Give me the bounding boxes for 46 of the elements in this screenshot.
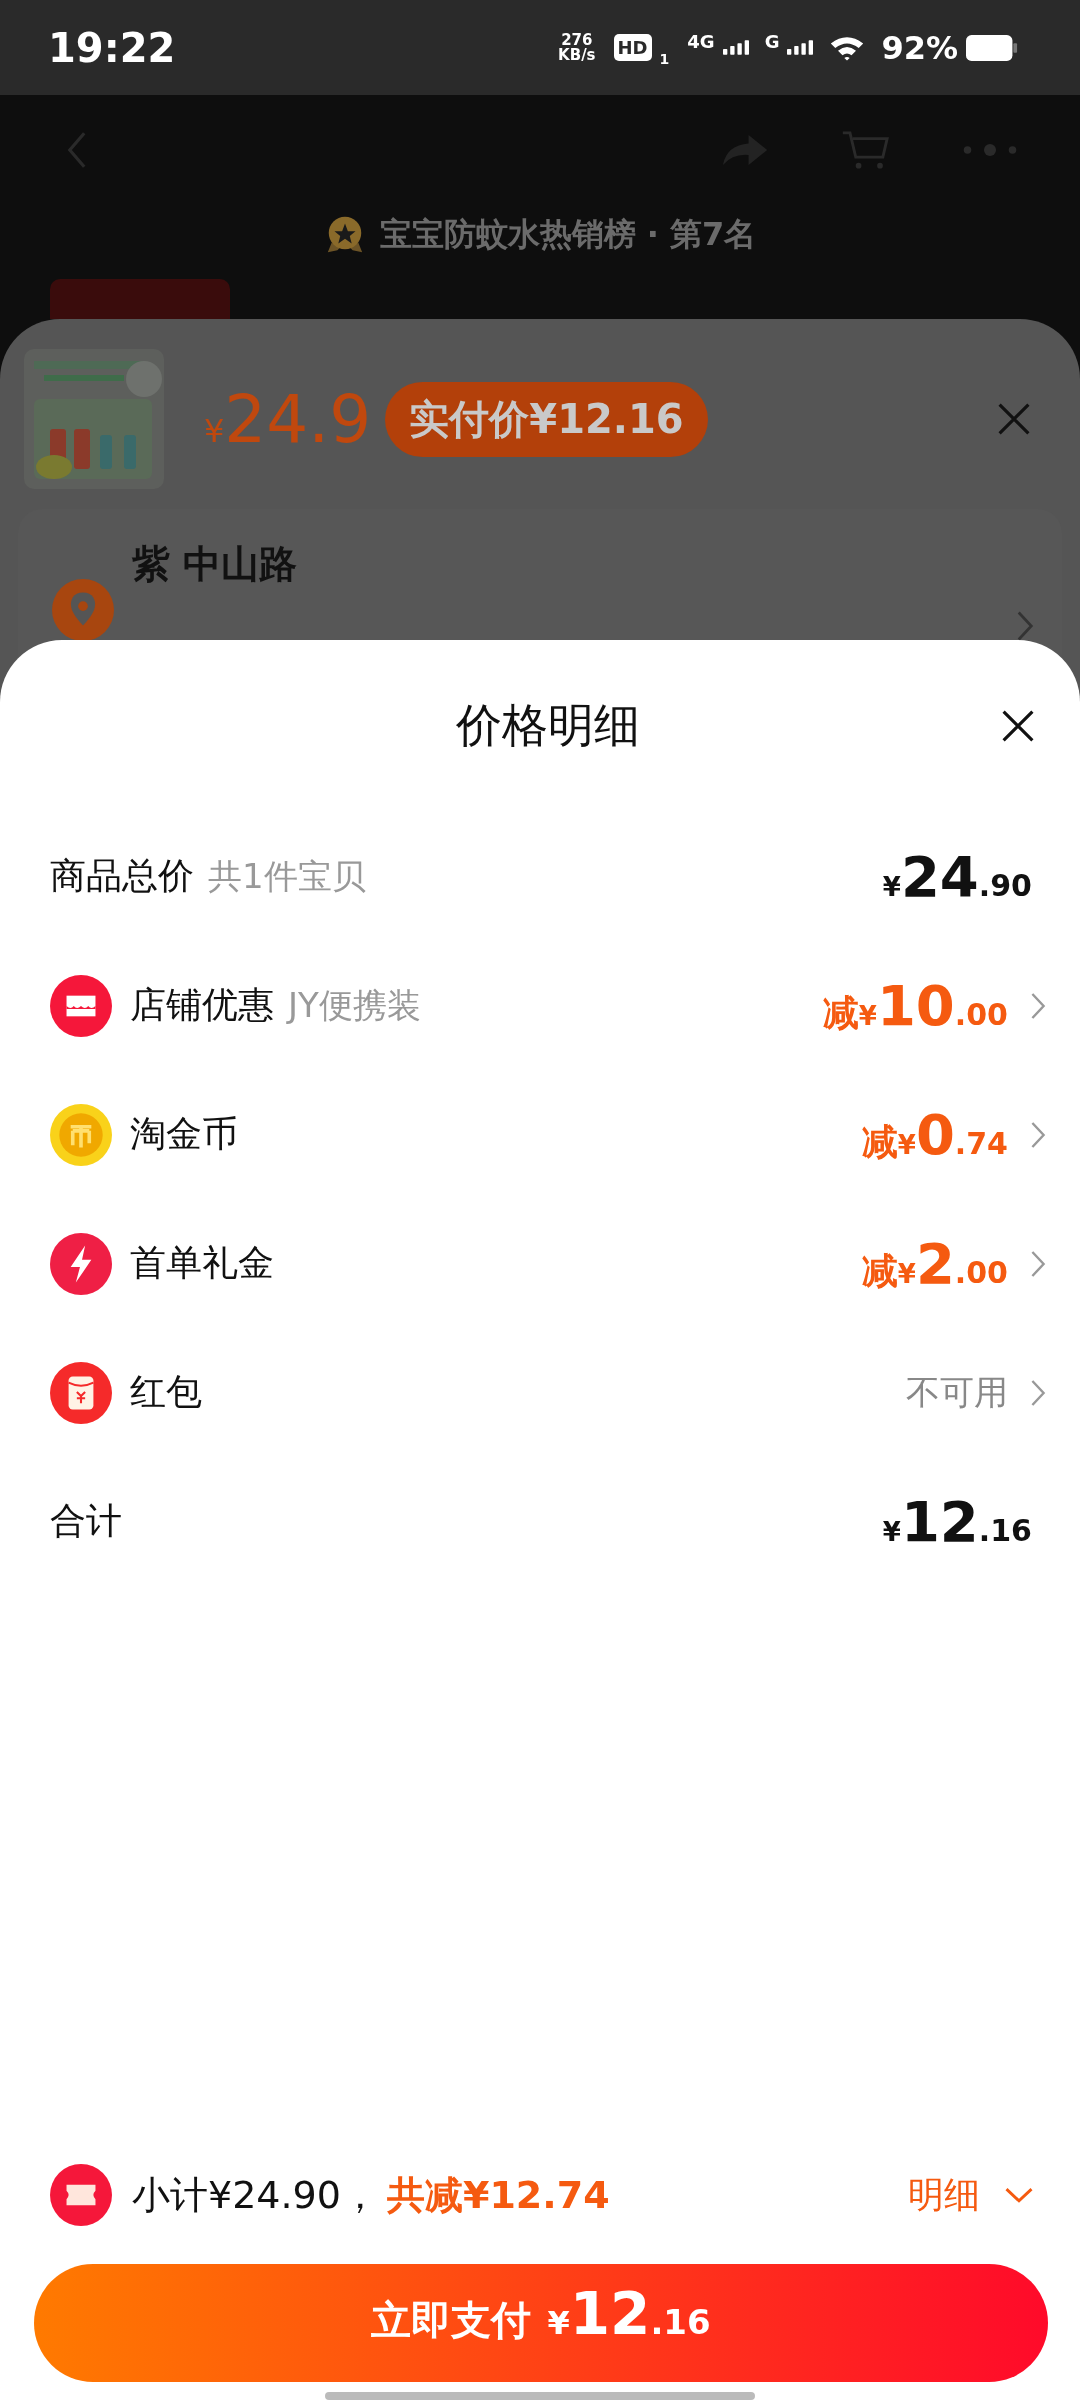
close-icon[interactable] (1000, 708, 1036, 744)
sim-number: 1 (659, 50, 670, 67)
lightning-icon (50, 1232, 112, 1295)
address-text: 紫 中山路 (132, 541, 298, 588)
subtotal-text: 小计¥24.90， (132, 2171, 379, 2219)
row-label: 首单礼金 (130, 1241, 274, 1285)
row-note: 共1件宝贝 (208, 854, 366, 898)
signal-icon (722, 40, 749, 55)
row-label: 红包 (130, 1370, 202, 1414)
store-icon (50, 974, 112, 1037)
pay-button[interactable]: 立即支付 ¥12.16 (34, 2264, 1048, 2382)
battery-percent: 92% (881, 28, 958, 67)
status-time: 19:22 (48, 24, 176, 71)
row-label: 店铺优惠 (130, 983, 274, 1027)
chevron-icon[interactable] (1030, 1377, 1046, 1408)
chevron-icon[interactable] (1030, 990, 1046, 1021)
chevron-icon[interactable] (1030, 1119, 1046, 1150)
amount-text: 减¥10.00 (822, 973, 1008, 1038)
row-note: JY便携装 (288, 983, 421, 1027)
chevron-icon[interactable] (1030, 1248, 1046, 1279)
network-type: 4G (687, 30, 715, 52)
location-icon (52, 579, 114, 641)
amount-text: 减¥0.74 (861, 1102, 1008, 1167)
detail-link[interactable]: 明细 (908, 2170, 980, 2220)
signal-icon (787, 40, 814, 55)
sheet-title: 价格明细 (456, 697, 640, 754)
discount-total: 共减¥12.74 (386, 2171, 610, 2219)
paid-price-badge: 实付价¥12.16 (385, 381, 708, 457)
amount-text: 减¥2.00 (861, 1231, 1008, 1296)
hd-badge: HD (613, 34, 652, 61)
envelope-icon (50, 1361, 112, 1424)
row-label: 淘金币 (130, 1112, 238, 1156)
network-speed: 276 KB/s (558, 32, 596, 63)
network-type: G (764, 30, 780, 52)
battery-icon (966, 34, 1018, 61)
amount-text: ¥12.16 (882, 1489, 1032, 1554)
ranking-text[interactable]: 宝宝防蚊水热销榜 · 第7名 (379, 213, 757, 257)
status-text: 不可用 (906, 1370, 1008, 1414)
product-price: ¥24.9 (204, 380, 372, 458)
chevron-down-icon[interactable] (1004, 2186, 1034, 2204)
chevron-icon (1016, 609, 1034, 643)
amount-text: ¥24.90 (882, 844, 1032, 909)
coin-icon (50, 1103, 112, 1166)
row-label: 合计 (50, 1499, 122, 1543)
row-label: 商品总价 (50, 854, 194, 898)
ticket-icon (50, 2164, 112, 2226)
